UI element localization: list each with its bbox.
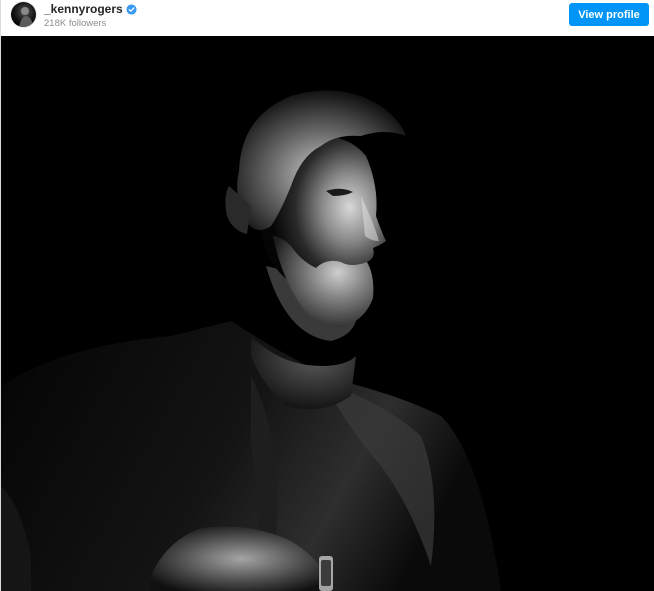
verified-badge-icon <box>126 3 137 15</box>
username[interactable]: _kennyrogers <box>44 3 123 15</box>
view-profile-button[interactable]: View profile <box>569 3 649 26</box>
bw-portrait-photo-icon <box>1 36 654 591</box>
post-header: _kennyrogers 218K followers View profile <box>1 0 654 36</box>
follower-count: 218K followers <box>44 18 107 29</box>
profile-avatar[interactable] <box>11 2 36 27</box>
avatar-silhouette-icon <box>19 7 33 27</box>
instagram-embed: _kennyrogers 218K followers View profile <box>0 0 654 591</box>
user-block: _kennyrogers 218K followers <box>44 3 137 29</box>
username-row: _kennyrogers <box>44 3 137 15</box>
post-photo[interactable] <box>1 36 654 591</box>
